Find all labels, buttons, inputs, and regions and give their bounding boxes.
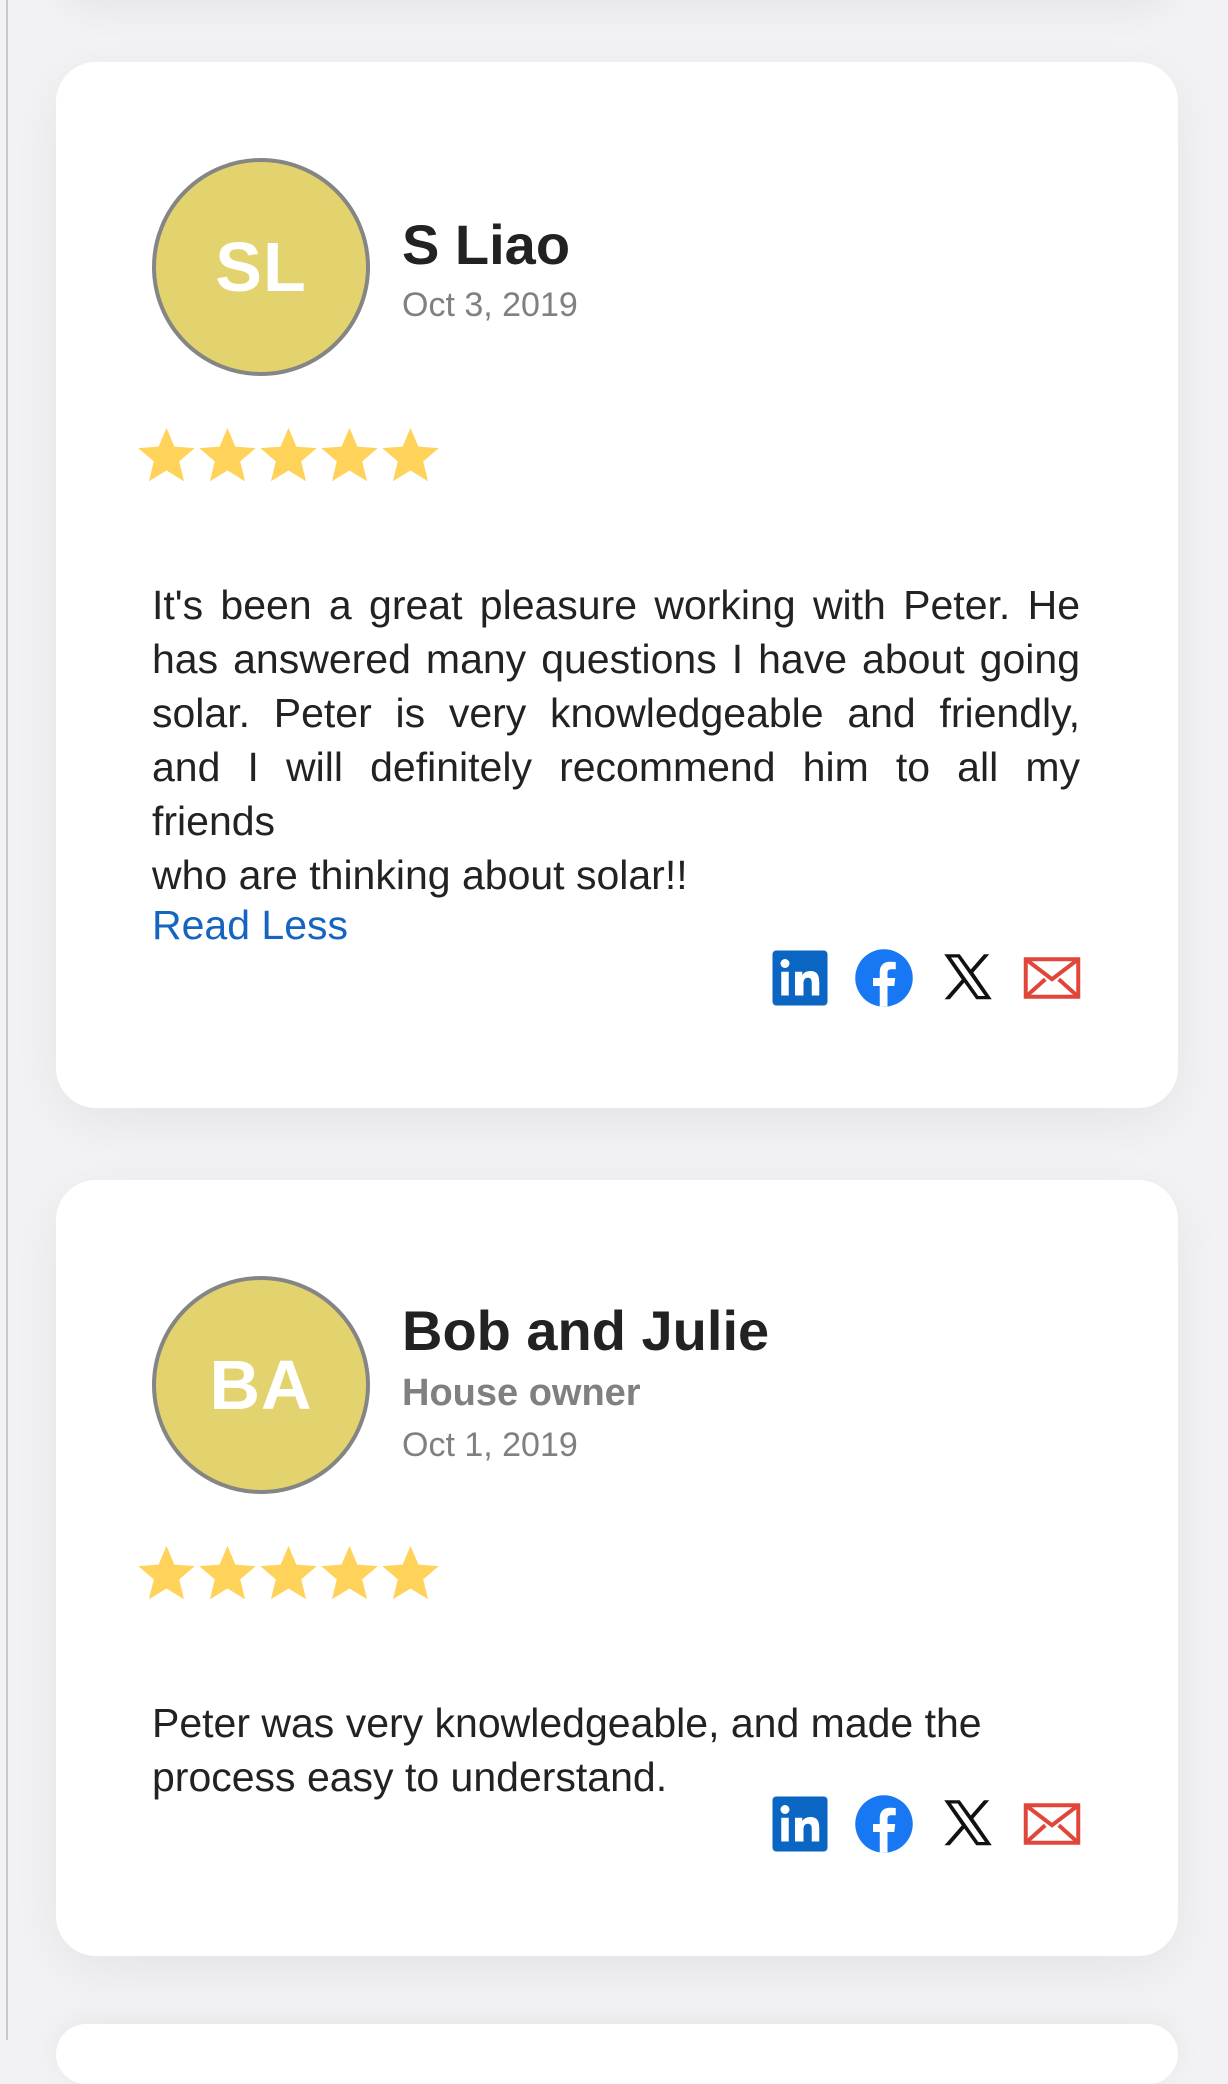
star-icon <box>321 1545 378 1600</box>
star-icon <box>138 1545 195 1600</box>
facebook-icon[interactable] <box>854 948 914 1008</box>
star-rating <box>136 424 441 485</box>
page-left-border <box>6 0 8 2040</box>
facebook-icon[interactable] <box>854 1794 914 1854</box>
star-icon <box>199 427 256 482</box>
email-icon[interactable] <box>1022 948 1082 1008</box>
x-icon[interactable] <box>938 948 998 1008</box>
star-icon <box>382 1545 439 1600</box>
share-buttons <box>770 948 1082 1008</box>
share-buttons <box>770 1794 1082 1854</box>
review-card: SL S Liao Oct 3, 2019 It's been a great … <box>56 62 1178 1108</box>
x-icon[interactable] <box>938 1794 998 1854</box>
star-icon <box>138 427 195 482</box>
avatar: BA <box>152 1276 370 1494</box>
linkedin-icon[interactable] <box>770 1794 830 1854</box>
email-icon[interactable] <box>1022 1794 1082 1854</box>
review-text: Peter was very knowledgeable, and made t… <box>152 1700 982 1746</box>
reviewer-name: S Liao <box>402 213 571 276</box>
avatar: SL <box>152 158 370 376</box>
star-icon <box>199 1545 256 1600</box>
review-card: BA Bob and Julie House owner Oct 1, 2019… <box>56 1180 1178 1956</box>
star-icon <box>260 1545 317 1600</box>
review-text-last-line: who are thinking about solar!! <box>152 852 688 898</box>
star-icon <box>260 427 317 482</box>
star-icon <box>382 427 439 482</box>
review-date: Oct 1, 2019 <box>402 1426 578 1464</box>
read-less-link[interactable]: Read Less <box>152 902 348 949</box>
reviewer-role: House owner <box>402 1372 641 1414</box>
star-icon <box>321 427 378 482</box>
review-date: Oct 3, 2019 <box>402 286 578 324</box>
linkedin-icon[interactable] <box>770 948 830 1008</box>
next-card-edge <box>56 2024 1178 2084</box>
star-rating <box>136 1542 441 1603</box>
review-text: It's been a great pleasure working with … <box>152 582 1080 844</box>
reviewer-name: Bob and Julie <box>402 1299 770 1362</box>
